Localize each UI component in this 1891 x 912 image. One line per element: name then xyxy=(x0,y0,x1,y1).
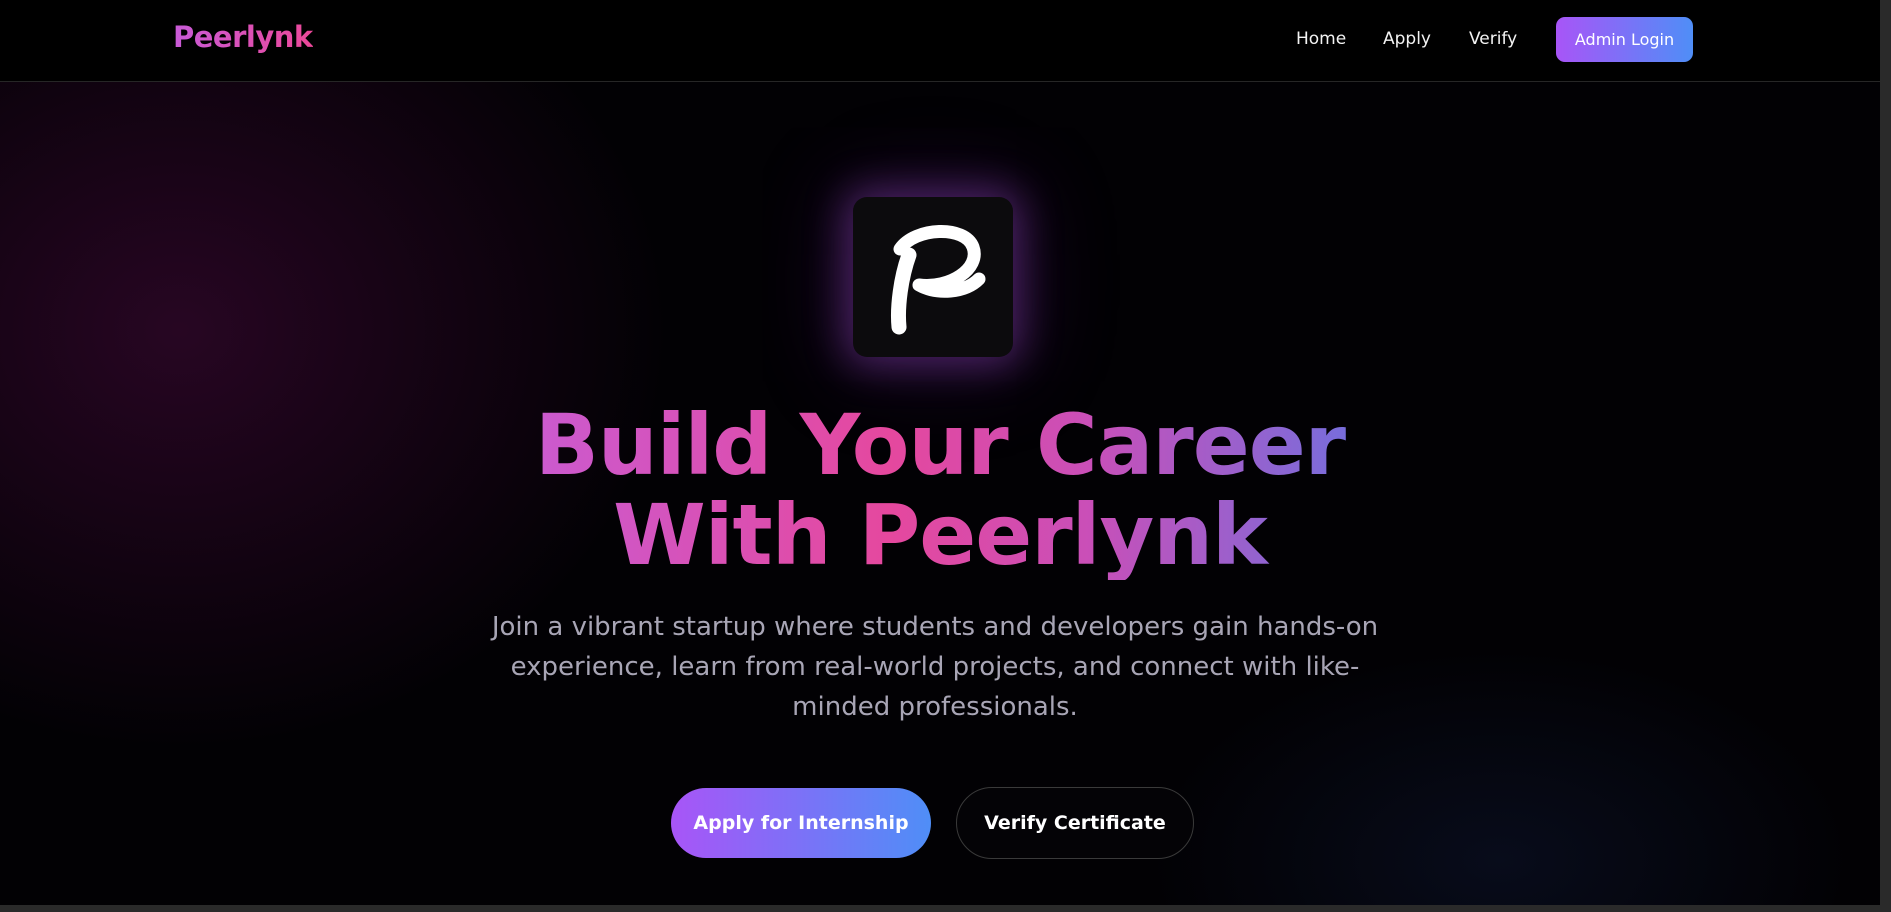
bottom-edge-strip xyxy=(0,905,1880,912)
peerlynk-p-logo-icon xyxy=(891,225,986,335)
hero-title-line-2: With Peerlynk xyxy=(613,486,1267,584)
brand-logo-text[interactable]: Peerlynk xyxy=(173,20,313,54)
nav-link-verify[interactable]: Verify xyxy=(1469,29,1517,49)
hero-title-line-1: Build Your Career xyxy=(534,396,1346,494)
verify-certificate-button[interactable]: Verify Certificate xyxy=(956,787,1194,859)
nav-link-home[interactable]: Home xyxy=(1296,29,1346,49)
hero-subtitle: Join a vibrant startup where students an… xyxy=(491,612,1379,722)
top-navbar: Peerlynk Home Apply Verify Admin Login xyxy=(0,0,1880,82)
nav-link-apply[interactable]: Apply xyxy=(1383,29,1431,49)
admin-login-button[interactable]: Admin Login xyxy=(1556,17,1693,62)
peerlynk-logo-tile xyxy=(853,197,1013,357)
page-viewport: Peerlynk Home Apply Verify Admin Login B… xyxy=(0,0,1880,905)
vertical-scrollbar[interactable] xyxy=(1880,0,1891,912)
apply-internship-button[interactable]: Apply for Internship xyxy=(671,788,931,858)
hero-title: Build Your Career With Peerlynk xyxy=(440,400,1440,580)
